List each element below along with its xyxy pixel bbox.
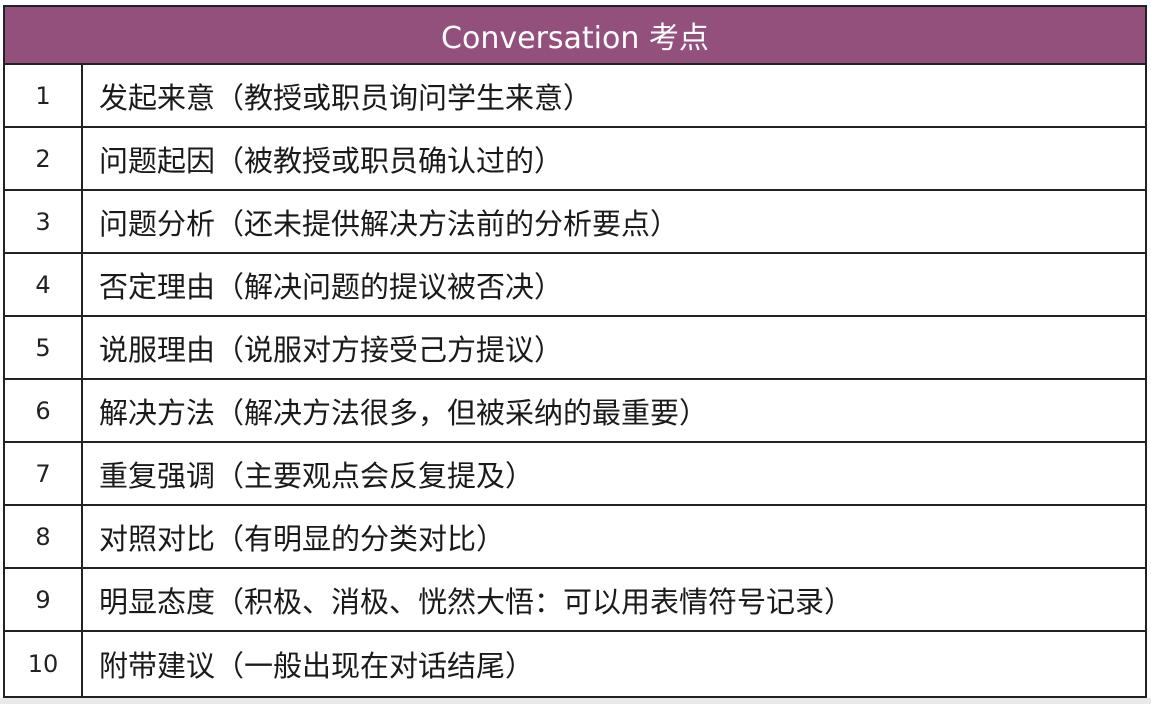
table-row: 8 对照对比（有明显的分类对比） [5,506,1145,569]
table-row: 4 否定理由（解决问题的提议被否决） [5,254,1145,317]
row-number: 1 [5,65,83,126]
row-text: 重复强调（主要观点会反复提及） [99,458,535,493]
table-row: 5 说服理由（说服对方接受己方提议） [5,317,1145,380]
row-number: 3 [5,191,83,252]
row-text: 解决方法（解决方法很多，但被采纳的最重要） [99,395,709,430]
row-number: 7 [5,443,83,504]
conversation-points-table: Conversation 考点 1 发起来意（教授或职员询问学生来意） 2 问题… [3,5,1147,698]
table-row: 6 解决方法（解决方法很多，但被采纳的最重要） [5,380,1145,443]
row-number: 8 [5,506,83,567]
row-text: 附带建议（一般出现在对话结尾） [99,649,535,683]
table-row: 10 附带建议（一般出现在对话结尾） [5,632,1145,696]
row-text: 问题分析（还未提供解决方法前的分析要点） [99,206,680,241]
table-row: 3 问题分析（还未提供解决方法前的分析要点） [5,191,1145,254]
table-row: 1 发起来意（教授或职员询问学生来意） [5,65,1145,128]
table-title: Conversation 考点 [441,21,709,56]
row-number: 9 [5,569,83,630]
table-row: 2 问题起因（被教授或职员确认过的） [5,128,1145,191]
table-row: 7 重复强调（主要观点会反复提及） [5,443,1145,506]
table-row: 9 明显态度（积极、消极、恍然大悟：可以用表情符号记录） [5,569,1145,632]
row-text: 发起来意（教授或职员询问学生来意） [99,80,593,115]
row-number: 10 [5,632,83,696]
row-number: 5 [5,317,83,378]
row-number: 2 [5,128,83,189]
table-header: Conversation 考点 [5,7,1145,65]
row-number: 6 [5,380,83,441]
row-text: 明显态度（积极、消极、恍然大悟：可以用表情符号记录） [99,584,854,619]
row-text: 说服理由（说服对方接受己方提议） [99,332,564,367]
row-text: 对照对比（有明显的分类对比） [99,521,506,556]
row-text: 否定理由（解决问题的提议被否决） [99,269,564,304]
bottom-strip [0,698,1151,704]
row-text: 问题起因（被教授或职员确认过的） [99,143,564,178]
row-number: 4 [5,254,83,315]
